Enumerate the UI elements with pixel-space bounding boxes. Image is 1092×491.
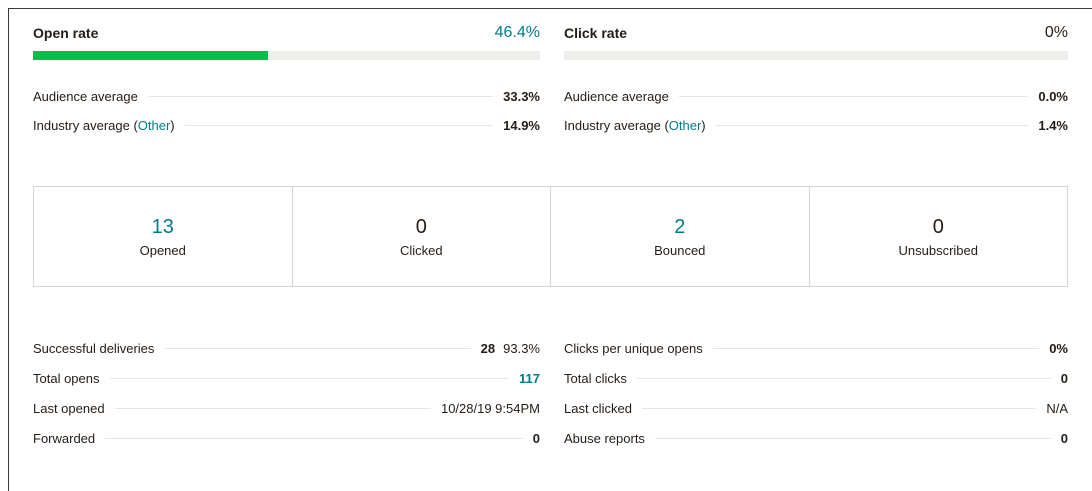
- summary-stats-boxes: 13 Opened 0 Clicked 2 Bounced 0 Unsubscr…: [33, 186, 1068, 287]
- dotted-leader: [147, 95, 494, 97]
- click-rate-value: 0%: [1044, 24, 1068, 41]
- clicks-per-unique-opens-number: 0%: [1049, 340, 1068, 356]
- industry-prefix: Industry average (: [33, 117, 138, 133]
- click-industry-average-row: Industry average (Other) 1.4%: [564, 115, 1068, 135]
- forwarded-value: 0: [533, 431, 540, 446]
- total-clicks-number: 0: [1060, 370, 1068, 386]
- bounced-stat-box[interactable]: 2 Bounced: [551, 187, 810, 286]
- dotted-leader: [715, 124, 1029, 126]
- dotted-leader: [678, 95, 1029, 97]
- total-opens-count-link[interactable]: 117: [519, 371, 540, 386]
- click-audience-average-value: 0.0%: [1038, 88, 1068, 104]
- forwarded-count: 0: [532, 430, 540, 446]
- abuse-reports-row: Abuse reports 0: [564, 428, 1068, 448]
- total-clicks-label: Total clicks: [564, 370, 627, 386]
- open-audience-average-row: Audience average 33.3%: [33, 86, 540, 106]
- last-opened-value: 10/28/19 9:54PM: [440, 400, 540, 416]
- open-industry-average-row: Industry average (Other) 14.9%: [33, 115, 540, 135]
- dotted-leader: [114, 407, 431, 409]
- bounced-label: Bounced: [654, 243, 706, 258]
- frame-left-border: [8, 8, 9, 491]
- last-clicked-row: Last clicked N/A: [564, 398, 1068, 418]
- opened-stat-box[interactable]: 13 Opened: [34, 187, 293, 286]
- total-opens-row: Total opens 117: [33, 368, 540, 388]
- click-audience-average-label: Audience average: [564, 88, 669, 104]
- open-industry-average-value: 14.9%: [503, 117, 540, 133]
- deliveries-percent: 93.3%: [503, 340, 540, 356]
- open-rate-header: Open rate 46.4%: [33, 18, 540, 48]
- open-rate-title: Open rate: [33, 25, 99, 41]
- dotted-leader: [184, 124, 494, 126]
- clicked-label: Clicked: [399, 243, 443, 258]
- last-opened-row: Last opened 10/28/19 9:54PM: [33, 398, 540, 418]
- last-opened-label: Last opened: [33, 400, 105, 416]
- successful-deliveries-label: Successful deliveries: [33, 340, 155, 356]
- dotted-leader: [654, 437, 1051, 439]
- abuse-reports-label: Abuse reports: [564, 430, 645, 446]
- clicked-stat-box: 0 Clicked: [293, 187, 551, 286]
- dotted-leader: [105, 437, 523, 439]
- industry-suffix: ): [170, 117, 175, 133]
- clicks-per-unique-opens-label: Clicks per unique opens: [564, 340, 703, 356]
- total-clicks-value: 0: [1061, 371, 1068, 386]
- industry-prefix: Industry average (: [564, 117, 669, 133]
- click-industry-average-label: Industry average (Other): [564, 118, 706, 133]
- click-rate-title: Click rate: [564, 25, 628, 41]
- open-industry-average-label: Industry average (Other): [33, 118, 175, 133]
- click-rate-header: Click rate 0%: [564, 18, 1068, 48]
- unsubscribed-stat-box: 0 Unsubscribed: [810, 187, 1068, 286]
- total-opens-value[interactable]: 117: [519, 371, 540, 386]
- open-rate-section: Open rate 46.4% Audience average 33.3% I…: [33, 0, 540, 160]
- open-rate-progress-fill: [33, 51, 269, 60]
- abuse-reports-number: 0: [1060, 430, 1068, 446]
- clicked-count: 0: [415, 216, 427, 238]
- total-opens-label: Total opens: [33, 370, 100, 386]
- abuse-reports-value: 0: [1061, 431, 1068, 446]
- industry-other-link[interactable]: Other: [669, 118, 702, 133]
- bounced-count[interactable]: 2: [674, 215, 685, 239]
- forwarded-label: Forwarded: [33, 430, 96, 446]
- opened-count[interactable]: 13: [152, 215, 174, 239]
- click-audience-average-row: Audience average 0.0%: [564, 86, 1068, 106]
- deliveries-count: 28: [480, 340, 496, 356]
- industry-other-link[interactable]: Other: [138, 118, 171, 133]
- last-clicked-label: Last clicked: [564, 400, 632, 416]
- last-clicked-value: N/A: [1046, 400, 1068, 416]
- successful-deliveries-value: 28 93.3%: [481, 341, 540, 356]
- open-audience-average-label: Audience average: [33, 88, 138, 104]
- open-audience-average-value: 33.3%: [503, 88, 540, 104]
- clicks-per-unique-opens-row: Clicks per unique opens 0%: [564, 338, 1068, 358]
- open-rate-progress-bar: [33, 51, 540, 60]
- click-industry-average-value: 1.4%: [1038, 117, 1068, 133]
- click-rate-progress-bar: [564, 51, 1068, 60]
- dotted-leader: [636, 377, 1051, 379]
- dotted-leader: [641, 407, 1037, 409]
- industry-suffix: ): [701, 117, 706, 133]
- unsubscribed-label: Unsubscribed: [898, 243, 979, 258]
- unsubscribed-count: 0: [932, 216, 944, 238]
- forwarded-row: Forwarded 0: [33, 428, 540, 448]
- opened-label: Opened: [139, 243, 186, 258]
- dotted-leader: [164, 347, 471, 349]
- successful-deliveries-row: Successful deliveries 28 93.3%: [33, 338, 540, 358]
- click-rate-section: Click rate 0% Audience average 0.0% Indu…: [564, 0, 1071, 160]
- open-rate-value: 46.4%: [494, 24, 540, 41]
- clicks-per-unique-opens-value: 0%: [1049, 341, 1068, 356]
- dotted-leader: [109, 377, 510, 379]
- dotted-leader: [712, 347, 1040, 349]
- total-clicks-row: Total clicks 0: [564, 368, 1068, 388]
